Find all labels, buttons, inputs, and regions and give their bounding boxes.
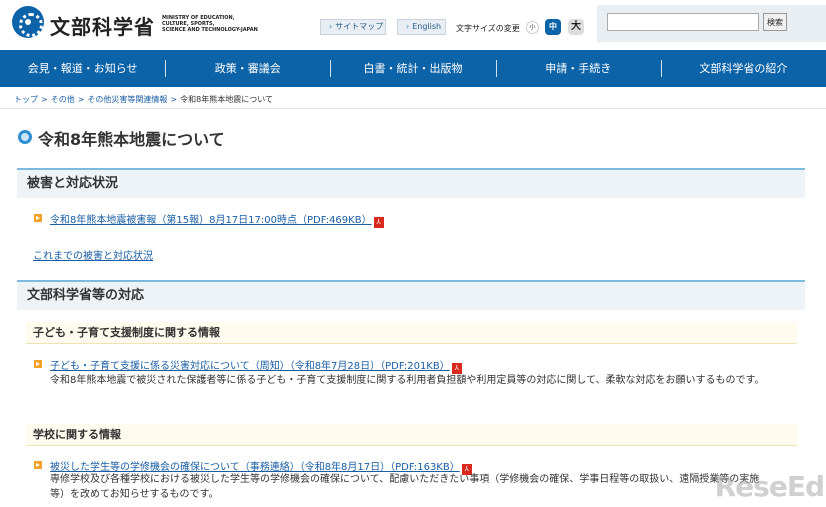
- nav-item-publications[interactable]: 白書・統計・出版物: [330, 50, 495, 87]
- school-description: 専修学校及び各種学校における被災した学生等の学修機会の確保について、配慮いただき…: [50, 474, 760, 500]
- breadcrumb-separator: >: [170, 95, 178, 104]
- breadcrumb: トップ > その他 > その他災害等関連情報 > 令和8年熊本地震について: [14, 94, 273, 105]
- mext-emblem-icon: [12, 6, 44, 38]
- breadcrumb-separator: >: [41, 95, 48, 104]
- damage-report-link[interactable]: 令和8年熊本地震被害報（第15報）8月17日17:00時点（PDF:469KB）…: [50, 211, 384, 228]
- english-button[interactable]: › English: [397, 19, 446, 35]
- font-size-large-button[interactable]: 大: [568, 19, 584, 35]
- section-heading-response: 文部科学省等の対応: [17, 280, 805, 310]
- resed-watermark: ReseEd: [714, 470, 825, 503]
- childcare-notice-link[interactable]: 子ども・子育て支援に係る災害対応について（周知）（令和8年7月28日）（PDF:…: [50, 357, 462, 374]
- arrow-bullet-icon: [34, 214, 42, 222]
- mext-logo[interactable]: 文部科学省 MINISTRY OF EDUCATION, CULTURE, SP…: [12, 6, 258, 44]
- breadcrumb-top[interactable]: トップ: [14, 95, 38, 104]
- sitemap-button[interactable]: › サイトマップ: [320, 19, 386, 35]
- breadcrumb-current: 令和8年熊本地震について: [180, 95, 273, 104]
- nav-item-applications[interactable]: 申請・手続き: [495, 50, 661, 87]
- breadcrumb-other[interactable]: その他: [51, 95, 75, 104]
- nav-item-press[interactable]: 会見・報道・お知らせ: [0, 50, 165, 87]
- search-panel: 検索: [597, 5, 826, 42]
- global-nav: 会見・報道・お知らせ 政策・審議会 白書・統計・出版物 申請・手続き 文部科学省…: [0, 50, 826, 87]
- font-size-small-button[interactable]: 小: [526, 21, 539, 34]
- site-header: 文部科学省 MINISTRY OF EDUCATION, CULTURE, SP…: [0, 0, 826, 48]
- past-damage-link[interactable]: これまでの被害と対応状況: [33, 247, 153, 262]
- childcare-description: 令和8年熊本地震で被災された保護者等に係る子ども・子育て支援制度に関する利用者負…: [50, 375, 765, 386]
- nav-item-about[interactable]: 文部科学省の紹介: [660, 50, 826, 87]
- arrow-bullet-icon: [34, 461, 42, 469]
- logo-english-text: MINISTRY OF EDUCATION, CULTURE, SPORTS, …: [162, 15, 258, 33]
- subheading-childcare: 子ども・子育て支援制度に関する情報: [26, 322, 797, 344]
- chevron-right-icon: ›: [406, 22, 410, 31]
- breadcrumb-divider: [0, 108, 826, 109]
- pdf-icon: ⅄: [373, 217, 384, 228]
- font-size-label: 文字サイズの変更: [456, 24, 520, 33]
- subheading-school: 学校に関する情報: [26, 424, 797, 446]
- chevron-right-icon: ›: [329, 22, 333, 31]
- search-input[interactable]: [607, 13, 759, 31]
- circle-bullet-icon: [18, 130, 32, 144]
- page-title: 令和8年熊本地震について: [38, 130, 225, 149]
- font-size-medium-button[interactable]: 中: [545, 19, 561, 35]
- section-heading-damage: 被害と対応状況: [17, 168, 805, 198]
- nav-item-policy[interactable]: 政策・審議会: [165, 50, 330, 87]
- breadcrumb-disaster-info[interactable]: その他災害等関連情報: [87, 95, 167, 104]
- breadcrumb-separator: >: [77, 95, 85, 104]
- logo-japanese-text: 文部科学省: [50, 15, 155, 39]
- search-button[interactable]: 検索: [763, 13, 787, 31]
- arrow-bullet-icon: [34, 360, 42, 368]
